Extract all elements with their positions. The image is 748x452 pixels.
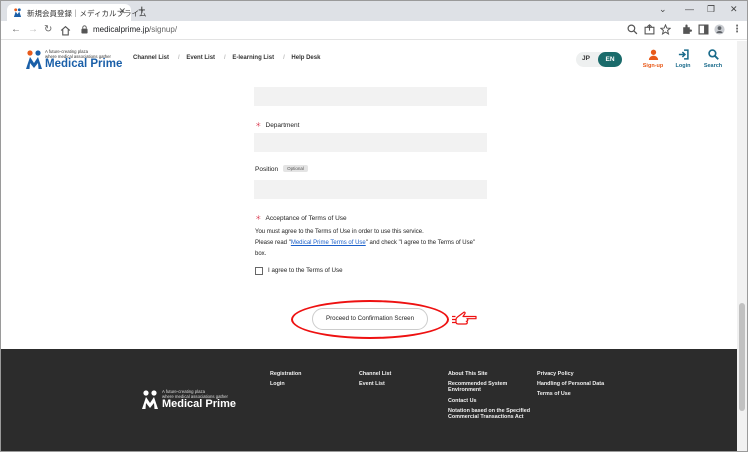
side-panel-icon[interactable] (698, 24, 709, 35)
nav-channel-list[interactable]: Channel List (133, 55, 169, 61)
footer-link-contact[interactable]: Contact Us (448, 398, 532, 404)
tab-title: 新規会員登録｜メディカルプライム (27, 9, 147, 18)
site-footer: A future-creating plaza where medical ass… (1, 349, 737, 451)
url-text: medicalprime.jp/signup/ (93, 25, 178, 34)
terms-line-2: Please read "Medical Prime Terms of Use"… (255, 240, 476, 246)
footer-link-privacy-policy[interactable]: Privacy Policy (537, 371, 627, 377)
footer-column-1: Registration Login (270, 371, 350, 391)
footer-column-3: About This Site Recommended System Envir… (448, 371, 532, 424)
lock-icon (81, 25, 88, 34)
terms-line-1: You must agree to the Terms of Use in or… (255, 229, 424, 235)
home-icon[interactable] (60, 25, 71, 36)
minimize-icon[interactable]: — (685, 4, 694, 14)
tab-close-icon[interactable]: ✕ (118, 6, 126, 17)
language-toggle: JP EN (576, 52, 622, 67)
lang-en-button[interactable]: EN (598, 52, 622, 67)
medical-prime-favicon-icon (13, 8, 22, 17)
address-bar[interactable]: medicalprime.jp/signup/ (75, 23, 620, 38)
share-icon[interactable] (644, 24, 655, 35)
footer-link-login[interactable]: Login (270, 381, 350, 387)
browser-menu-icon[interactable]: ⋮ (732, 23, 742, 37)
search-icon (707, 49, 719, 60)
new-tab-icon[interactable]: + (138, 3, 146, 17)
optional-badge: Optional (283, 165, 308, 172)
forward-icon[interactable]: → (28, 23, 38, 37)
site-header: A future-creating plaza where medical ass… (1, 41, 737, 79)
required-mark: ＊ (255, 122, 262, 129)
position-input[interactable] (254, 180, 487, 199)
nav-help-desk[interactable]: Help Desk (291, 55, 320, 61)
agree-checkbox[interactable] (255, 267, 263, 275)
back-icon[interactable]: ← (11, 23, 21, 37)
login-icon (678, 49, 689, 60)
required-mark: ＊ (255, 215, 262, 222)
login-button[interactable]: Login (668, 49, 698, 69)
nav-event-list[interactable]: Event List (186, 55, 215, 61)
footer-link-system-environment[interactable]: Recommended System Environment (448, 381, 532, 393)
tab-bar: 新規会員登録｜メディカルプライム ✕ + ⌄ — ❐ ✕ (1, 1, 747, 21)
bookmark-star-icon[interactable] (660, 24, 671, 35)
medical-prime-logo-icon (26, 50, 42, 69)
footer-logo-icon (142, 390, 158, 409)
footer-link-event-list[interactable]: Event List (359, 381, 439, 387)
terms-line-3: box. (255, 251, 267, 257)
lang-jp-button[interactable]: JP (582, 55, 590, 62)
browser-toolbar: ← → ↻ medicalprime.jp/signup/ ⋮ (1, 21, 747, 40)
terms-label: ＊ Acceptance of Terms of Use (255, 215, 347, 222)
nav-elearning-list[interactable]: E-learning List (232, 55, 274, 61)
position-label: Position Optional (255, 165, 308, 173)
footer-column-2: Channel List Event List (359, 371, 439, 391)
footer-column-4: Privacy Policy Handling of Personal Data… (537, 371, 627, 402)
profile-avatar-icon[interactable] (714, 24, 725, 35)
login-label: Login (675, 63, 691, 69)
tab-search-icon[interactable]: ⌄ (659, 4, 667, 15)
footer-link-commercial-transactions[interactable]: Notation based on the Specified Commerci… (448, 408, 532, 420)
logo-name: Medical Prime (45, 58, 123, 70)
search-label: Search (703, 63, 723, 69)
footer-link-terms[interactable]: Terms of Use (537, 391, 627, 397)
signup-label: Sign-up (642, 63, 664, 69)
previous-field-input[interactable] (254, 87, 487, 106)
proceed-to-confirmation-button[interactable]: Proceed to Confirmation Screen (312, 308, 428, 330)
extensions-icon[interactable] (681, 24, 692, 35)
restore-icon[interactable]: ❐ (707, 4, 715, 15)
user-icon (648, 49, 658, 60)
footer-link-personal-data[interactable]: Handling of Personal Data (537, 381, 627, 387)
signup-form: ＊ Department Position Optional ＊ Acceptance… (1, 79, 737, 349)
department-input[interactable] (254, 133, 487, 152)
signup-button[interactable]: Sign-up (638, 49, 668, 69)
footer-logo-name: Medical Prime (162, 398, 236, 410)
close-window-icon[interactable]: ✕ (730, 4, 738, 15)
zoom-icon[interactable] (627, 24, 638, 35)
reload-icon[interactable]: ↻ (44, 23, 52, 37)
search-button[interactable]: Search (698, 49, 728, 69)
browser-window: 新規会員登録｜メディカルプライム ✕ + ⌄ — ❐ ✕ ← → ↻ medic… (0, 0, 748, 452)
footer-link-about[interactable]: About This Site (448, 371, 532, 377)
browser-tab[interactable]: 新規会員登録｜メディカルプライム ✕ (7, 4, 146, 21)
agree-label[interactable]: I agree to the Terms of Use (268, 267, 343, 274)
pointing-hand-icon (452, 311, 477, 325)
footer-link-registration[interactable]: Registration (270, 371, 350, 377)
department-label: ＊ Department (255, 122, 300, 129)
site-nav: Channel List / Event List / E-learning Lis… (133, 55, 321, 61)
footer-link-channel-list[interactable]: Channel List (359, 371, 439, 377)
scrollbar-thumb[interactable] (739, 303, 745, 411)
page-scrollbar[interactable] (737, 41, 747, 451)
terms-of-use-link[interactable]: Medical Prime Terms of Use (291, 240, 366, 246)
